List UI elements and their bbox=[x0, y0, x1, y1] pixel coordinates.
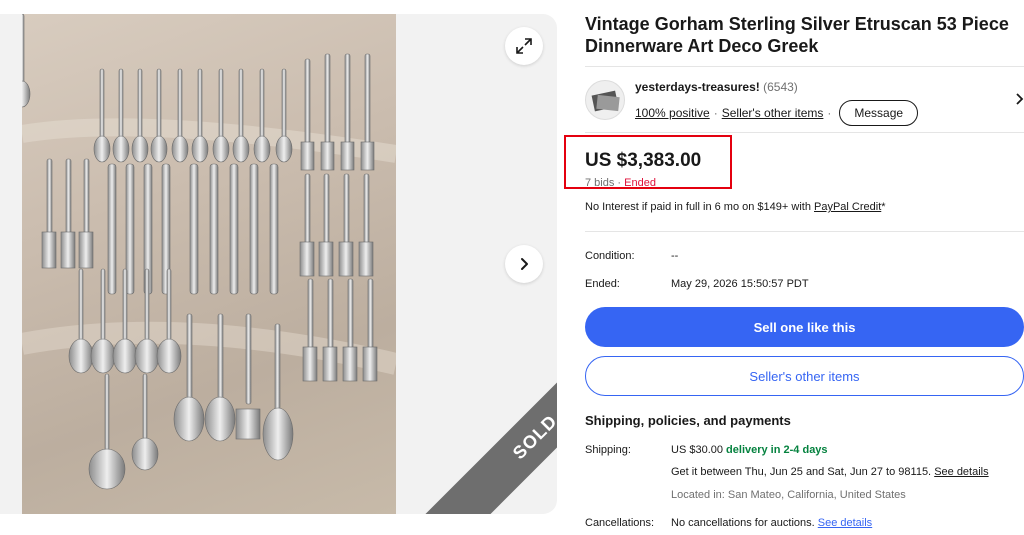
shipping-cost: US $30.00 bbox=[671, 444, 723, 456]
sold-ribbon: SOLD bbox=[412, 314, 557, 514]
shipping-see-details-link[interactable]: See details bbox=[934, 466, 988, 478]
financing-line: No Interest if paid in full in 6 mo on $… bbox=[585, 201, 886, 213]
seller-avatar[interactable] bbox=[585, 80, 625, 120]
listing-photo[interactable] bbox=[22, 14, 396, 514]
chevron-right-icon[interactable] bbox=[1014, 92, 1024, 106]
shipping-label: Shipping: bbox=[585, 444, 631, 456]
bid-count: 7 bids bbox=[585, 177, 615, 189]
condition-label: Condition: bbox=[585, 250, 635, 262]
separator-dot: · bbox=[827, 106, 832, 120]
cancellations-see-details-link[interactable]: See details bbox=[818, 517, 872, 529]
financing-suffix: * bbox=[881, 201, 886, 213]
sold-label: SOLD bbox=[508, 410, 557, 463]
financing-text: No Interest if paid in full in 6 mo on $… bbox=[585, 201, 814, 213]
ended-label: Ended: bbox=[585, 278, 620, 290]
ended-value: May 29, 2026 15:50:57 PDT bbox=[671, 278, 809, 290]
divider bbox=[585, 132, 1024, 133]
silverware-illustration bbox=[22, 14, 396, 490]
separator-dot: · bbox=[713, 106, 718, 120]
seller-feedback-count: (6543) bbox=[763, 80, 798, 94]
paypal-credit-link[interactable]: PayPal Credit bbox=[814, 201, 881, 213]
sell-one-like-this-button[interactable]: Sell one like this bbox=[585, 307, 1024, 347]
delivery-estimate: Get it between Thu, Jun 25 and Sat, Jun … bbox=[671, 466, 932, 478]
price-amount: US $3,383.00 bbox=[585, 150, 702, 171]
shipping-section-title: Shipping, policies, and payments bbox=[585, 413, 791, 428]
cancellations-line: No cancellations for auctions. See detai… bbox=[671, 517, 872, 529]
condition-value: -- bbox=[671, 250, 679, 262]
divider bbox=[585, 231, 1024, 232]
positive-feedback-link[interactable]: 100% positive bbox=[635, 106, 710, 120]
separator-dot: · bbox=[617, 177, 622, 189]
seller-card: yesterdays-treasures! (6543) 100% positi… bbox=[585, 80, 1024, 126]
expand-icon bbox=[516, 38, 532, 54]
delivery-time: delivery in 2-4 days bbox=[726, 444, 828, 456]
ended-status: Ended bbox=[624, 177, 656, 189]
item-location: Located in: San Mateo, California, Unite… bbox=[671, 489, 906, 501]
chevron-right-icon bbox=[521, 258, 528, 270]
delivery-estimate-line: Get it between Thu, Jun 25 and Sat, Jun … bbox=[671, 466, 989, 478]
seller-logo-icon bbox=[591, 90, 620, 112]
listing-title: Vintage Gorham Sterling Silver Etruscan … bbox=[585, 14, 1009, 56]
seller-name-line: yesterdays-treasures! (6543) bbox=[635, 80, 798, 94]
divider bbox=[585, 66, 1024, 67]
seller-other-items-button[interactable]: Seller's other items bbox=[585, 356, 1024, 396]
cancellations-value: No cancellations for auctions. bbox=[671, 517, 815, 529]
shipping-cost-line: US $30.00 delivery in 2-4 days bbox=[671, 444, 828, 456]
cancellations-label: Cancellations: bbox=[585, 517, 655, 529]
seller-other-items-link[interactable]: Seller's other items bbox=[722, 106, 824, 120]
expand-image-button[interactable] bbox=[505, 27, 543, 65]
image-gallery: SOLD bbox=[0, 14, 557, 514]
message-button[interactable]: Message bbox=[839, 100, 919, 126]
next-image-button[interactable] bbox=[505, 245, 543, 283]
seller-links: 100% positive · Seller's other items · M… bbox=[635, 100, 919, 126]
seller-name[interactable]: yesterdays-treasures! bbox=[635, 80, 760, 94]
bid-status: 7 bids · Ended bbox=[585, 177, 656, 189]
